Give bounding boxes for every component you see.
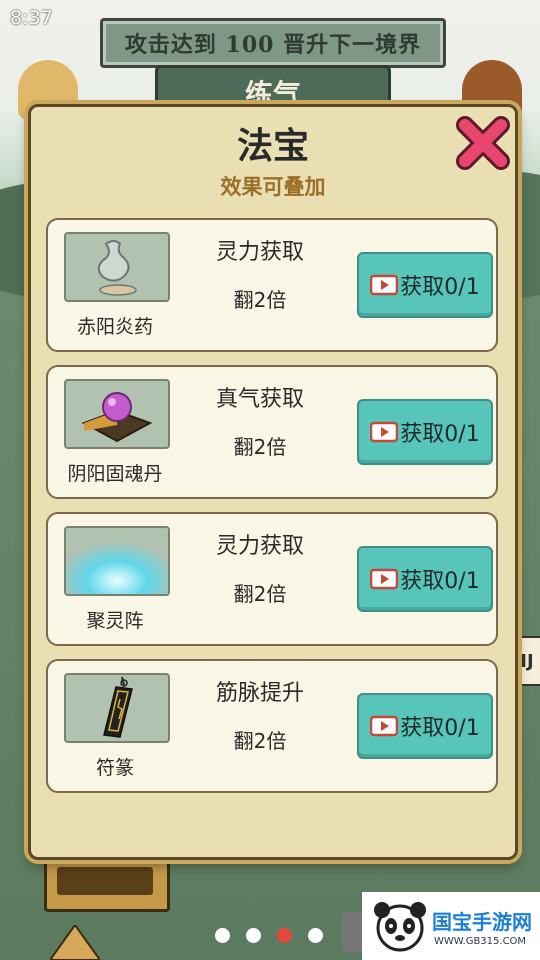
effect-multiplier: 翻2倍 xyxy=(233,288,287,312)
effect-multiplier: 翻2倍 xyxy=(233,582,287,606)
obtain-button-label: 获取0/1 xyxy=(400,422,480,447)
video-ad-icon xyxy=(370,568,399,590)
video-ad-icon xyxy=(370,274,399,296)
watermark: 国宝手游网 WWW.GB315.COM xyxy=(362,892,540,960)
item-name: 赤阳炎药 xyxy=(76,316,153,338)
obtain-button[interactable]: 获取0/1 xyxy=(357,693,493,759)
page-dot[interactable] xyxy=(246,928,261,943)
status-bar-time: 8:37 xyxy=(10,7,53,29)
effect-multiplier: 翻2倍 xyxy=(233,729,287,753)
tent-icon xyxy=(50,925,100,960)
purple-pill-icon xyxy=(64,379,170,449)
item-name: 阴阳固魂丹 xyxy=(67,463,163,485)
item-name: 符篆 xyxy=(95,757,134,779)
obtain-button-label: 获取0/1 xyxy=(400,275,480,300)
obtain-button[interactable]: 获取0/1 xyxy=(357,399,493,465)
page-dot[interactable] xyxy=(215,928,230,943)
page-indicator xyxy=(215,928,323,943)
treasure-list[interactable]: 赤阳炎药 灵力获取 翻2倍 获取0/1 阴阳固魂丹 真气获取 翻2倍 获取0/1… xyxy=(46,218,500,808)
elixir-bottle-icon xyxy=(64,232,170,302)
effect-name: 灵力获取 xyxy=(215,240,304,265)
watermark-url: WWW.GB315.COM xyxy=(434,936,527,947)
treasure-card: 阴阳固魂丹 真气获取 翻2倍 获取0/1 xyxy=(46,365,498,499)
obtain-button-label: 获取0/1 xyxy=(400,569,480,594)
video-ad-icon xyxy=(370,421,399,443)
effect-name: 真气获取 xyxy=(215,387,304,412)
obtain-button[interactable]: 获取0/1 xyxy=(357,546,493,612)
modal-subtitle: 效果可叠加 xyxy=(220,175,326,199)
banner-text: 攻击达到 100 晋升下一境界 xyxy=(124,32,422,58)
treasure-card: 聚灵阵 灵力获取 翻2倍 获取0/1 xyxy=(46,512,498,646)
page-dot[interactable] xyxy=(308,928,323,943)
effect-multiplier: 翻2倍 xyxy=(233,435,287,459)
treasure-modal: 法宝 效果可叠加 赤阳炎药 灵力获取 翻2倍 获取0/1 阴阳固魂丹 真气获取 … xyxy=(28,104,518,860)
effect-name: 筋脉提升 xyxy=(215,681,304,706)
effect-name: 灵力获取 xyxy=(215,534,304,559)
close-button[interactable] xyxy=(453,113,513,173)
panda-logo-icon xyxy=(374,902,426,952)
modal-title: 法宝 xyxy=(236,126,309,167)
watermark-brand: 国宝手游网 xyxy=(432,910,532,934)
obtain-button-label: 获取0/1 xyxy=(400,716,480,741)
spirit-array-icon xyxy=(64,526,170,596)
treasure-card: 符篆 筋脉提升 翻2倍 获取0/1 xyxy=(46,659,498,793)
page-dot-active[interactable] xyxy=(277,928,292,943)
level-goal-banner: 攻击达到 100 晋升下一境界 xyxy=(100,18,446,68)
talisman-icon xyxy=(64,673,170,743)
item-name: 聚灵阵 xyxy=(86,610,144,632)
side-tab-label: IJ xyxy=(520,650,534,672)
video-ad-icon xyxy=(370,715,399,737)
close-icon xyxy=(456,116,510,170)
treasure-card: 赤阳炎药 灵力获取 翻2倍 获取0/1 xyxy=(46,218,498,352)
obtain-button[interactable]: 获取0/1 xyxy=(357,252,493,318)
